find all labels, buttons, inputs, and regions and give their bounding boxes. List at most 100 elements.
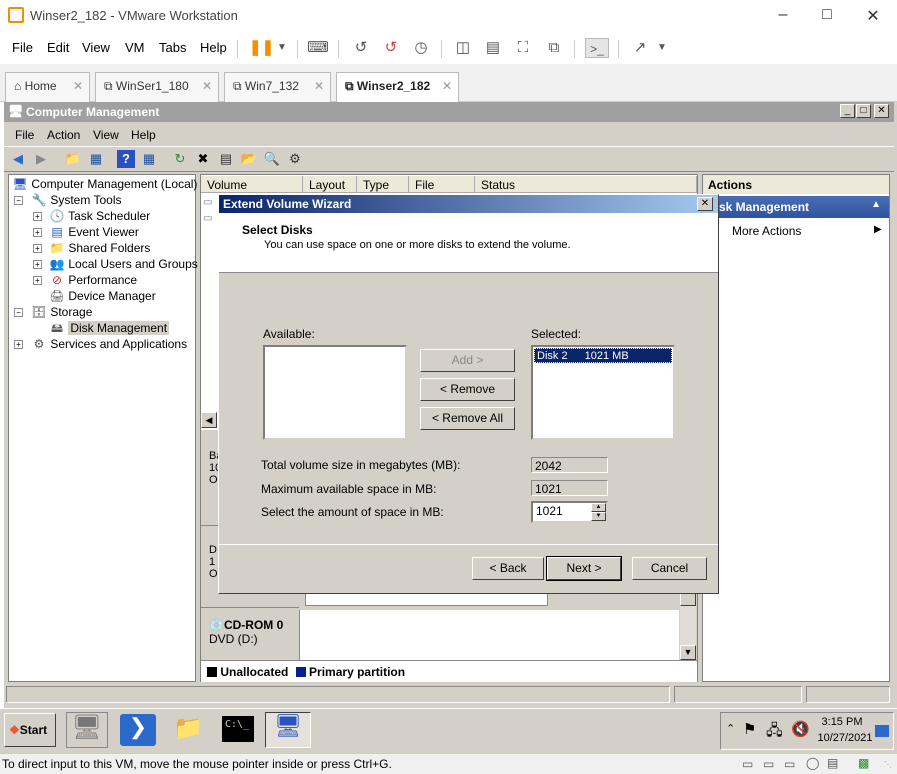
column-header-type[interactable]: Type <box>357 176 409 193</box>
volume-row-icon[interactable]: ▭ <box>203 197 212 208</box>
close-icon[interactable]: ✕ <box>73 79 83 93</box>
cm-maximize-button[interactable]: □ <box>856 104 871 118</box>
tree-node-local-users[interactable]: 👥 Local Users and Groups <box>49 257 198 271</box>
computer-management-task-icon[interactable]: 🖥 <box>265 712 311 748</box>
cm-menu-action[interactable]: Action <box>47 128 80 142</box>
menu-help[interactable]: Help <box>200 40 227 55</box>
properties-icon[interactable]: ▤ <box>217 150 235 168</box>
column-header-layout[interactable]: Layout <box>303 176 357 193</box>
menu-tabs[interactable]: Tabs <box>159 40 186 55</box>
powershell-icon[interactable]: ❯ <box>120 714 156 746</box>
network-icon[interactable]: 🖧 <box>766 720 783 745</box>
hdd-status-icon[interactable]: ▭ <box>742 757 753 771</box>
chevron-down-icon[interactable]: ▼ <box>271 38 293 58</box>
scroll-thumb[interactable] <box>680 592 696 606</box>
revert-snapshot-icon[interactable]: ↺ <box>380 38 402 58</box>
show-desktop-icon[interactable] <box>875 725 889 737</box>
remove-all-button[interactable]: < Remove All <box>420 407 515 430</box>
resize-grip-icon[interactable]: ⋱ <box>884 760 892 769</box>
cm-menu-view[interactable]: View <box>93 128 119 142</box>
add-button[interactable]: Add > <box>420 349 515 372</box>
expand-toggle[interactable]: + <box>33 228 42 237</box>
snapshot-icon[interactable]: ↺ <box>350 38 372 58</box>
message-icon[interactable]: ▩ <box>858 756 869 770</box>
tree-node-event-viewer[interactable]: ▤ Event Viewer <box>49 225 139 239</box>
cm-close-button[interactable]: ✕ <box>874 104 889 118</box>
sidebar-view-icon[interactable]: ◫ <box>452 38 474 58</box>
forward-arrow-icon[interactable]: ▶ <box>32 150 50 168</box>
fullscreen-icon[interactable]: ⛶ <box>512 38 534 58</box>
explorer-icon[interactable]: 📁 <box>170 714 206 746</box>
tab-winser1[interactable]: ⧉ WinSer1_180 ✕ <box>95 72 219 102</box>
cdrom-partition-area[interactable] <box>299 610 679 660</box>
tree-node-task-scheduler[interactable]: 🕓 Task Scheduler <box>49 209 151 223</box>
show-hide-tree-icon[interactable]: ▦ <box>87 150 105 168</box>
spin-up-button[interactable]: ▲ <box>591 503 606 512</box>
expand-toggle[interactable]: + <box>33 244 42 253</box>
server-manager-icon[interactable]: 🖥 <box>66 712 108 748</box>
menu-edit[interactable]: Edit <box>47 40 69 55</box>
actions-section-header[interactable]: sk Management ▲ <box>703 196 889 218</box>
cd-status-icon[interactable]: ◯ <box>806 756 819 770</box>
chevron-down-icon[interactable]: ▼ <box>651 38 673 58</box>
partition-block[interactable] <box>305 592 548 606</box>
delete-icon[interactable]: ✖ <box>194 150 212 168</box>
cancel-button[interactable]: Cancel <box>632 557 707 580</box>
next-button[interactable]: Next > <box>546 556 622 581</box>
menu-vm[interactable]: VM <box>125 40 145 55</box>
more-actions-item[interactable]: More Actions <box>732 224 801 238</box>
split-view-icon[interactable]: ▤ <box>482 38 504 58</box>
console-icon[interactable]: >_ <box>585 38 609 58</box>
expand-toggle[interactable]: + <box>33 276 42 285</box>
tree-node-shared-folders[interactable]: 📁 Shared Folders <box>49 241 151 255</box>
send-keys-icon[interactable]: ⌨ <box>307 38 329 58</box>
tab-win7[interactable]: ⧉ Win7_132 ✕ <box>224 72 331 102</box>
hdd-status-icon[interactable]: ▭ <box>763 757 774 771</box>
hdd-status-icon[interactable]: ▭ <box>784 757 795 771</box>
collapse-toggle[interactable]: − <box>14 196 23 205</box>
up-folder-icon[interactable]: 📁 <box>64 150 82 168</box>
tab-winser2[interactable]: ⧉ Winser2_182 ✕ <box>336 72 459 103</box>
tree-node-system-tools[interactable]: 🔧 System Tools <box>31 193 122 207</box>
expand-toggle[interactable]: + <box>33 260 42 269</box>
column-header-status[interactable]: Status <box>475 176 697 193</box>
properties-pane-icon[interactable]: ▦ <box>140 150 158 168</box>
scroll-left-button[interactable]: ◀ <box>201 412 217 428</box>
snapshot-manager-icon[interactable]: ◷ <box>410 38 432 58</box>
network-status-icon[interactable]: ▤ <box>827 756 838 770</box>
cm-menu-help[interactable]: Help <box>131 128 156 142</box>
clock-date[interactable]: 10/27/2021 <box>812 732 878 744</box>
close-icon[interactable]: ✕ <box>314 79 324 93</box>
cm-menu-file[interactable]: File <box>15 128 34 142</box>
column-header-volume[interactable]: Volume <box>201 176 303 193</box>
find-icon[interactable]: 🔍 <box>263 150 281 168</box>
tree-node-storage[interactable]: 🗄 Storage <box>31 305 92 319</box>
clock-time[interactable]: 3:15 PM <box>812 716 872 728</box>
collapse-toggle[interactable]: − <box>14 308 23 317</box>
tree-node-device-manager[interactable]: 🖨 Device Manager <box>49 289 155 303</box>
expand-toggle[interactable]: + <box>33 212 42 221</box>
cdrom-label[interactable]: 💿CD-ROM 0 DVD (D:) <box>201 610 299 660</box>
help-icon[interactable]: ? <box>117 150 135 168</box>
open-folder-icon[interactable]: 📂 <box>240 150 258 168</box>
remove-button[interactable]: < Remove <box>420 378 515 401</box>
tree-node-disk-management[interactable]: 🖴 Disk Management <box>49 321 170 335</box>
tree-node-root[interactable]: 🖥 Computer Management (Local) <box>12 177 197 191</box>
close-icon[interactable]: ✕ <box>442 79 452 93</box>
volume-row-icon[interactable]: ▭ <box>203 213 212 224</box>
cm-minimize-button[interactable]: _ <box>840 104 855 118</box>
unity-icon[interactable]: ⧉ <box>543 38 565 58</box>
available-disks-list[interactable] <box>263 345 407 440</box>
tree-node-performance[interactable]: ⊘ Performance <box>49 273 137 287</box>
cmd-icon[interactable]: C:\_ <box>222 716 254 742</box>
close-icon[interactable]: ✕ <box>202 79 212 93</box>
start-button[interactable]: ❖Start <box>4 713 56 747</box>
settings-icon[interactable]: ⚙ <box>286 150 304 168</box>
flag-icon[interactable]: ⚑ <box>743 720 756 738</box>
menu-view[interactable]: View <box>82 40 110 55</box>
close-button[interactable]: ✕ <box>863 6 883 26</box>
expand-toggle[interactable]: + <box>14 340 23 349</box>
minimize-button[interactable]: – <box>773 6 793 24</box>
back-arrow-icon[interactable]: ◀ <box>9 150 27 168</box>
scroll-down-button[interactable]: ▼ <box>680 645 696 660</box>
